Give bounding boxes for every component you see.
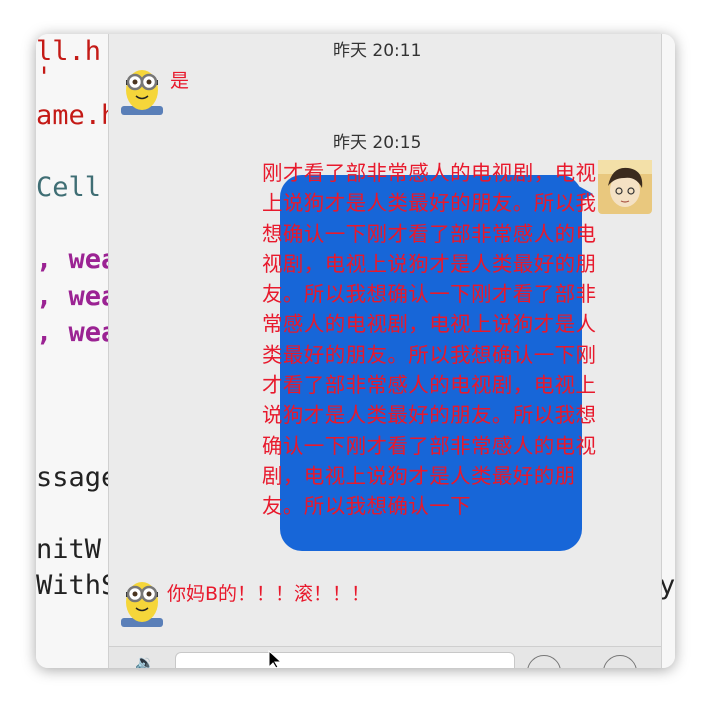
more-icon[interactable] xyxy=(603,655,637,668)
chat-window: 昨天 20:11 是 昨天 20:15 刚才看了部非常感人的电视剧，电视上说狗才… xyxy=(108,34,662,668)
code-line: nitW xyxy=(36,534,102,565)
input-bar: 🔉 xyxy=(109,646,661,668)
minion-avatar[interactable] xyxy=(119,578,165,628)
sent-message-text: 刚才看了部非常感人的电视剧，电视上说狗才是人类最好的朋友。所以我想确认一下刚才看… xyxy=(262,161,597,519)
screen-frame: ll.h ' ame.h Cell , wea , wea , wea ssag… xyxy=(36,34,675,668)
code-line: ' xyxy=(36,62,53,93)
code-line: ame.h xyxy=(36,100,118,131)
user-avatar[interactable] xyxy=(598,160,652,214)
code-line: ssage xyxy=(36,462,118,493)
timestamp: 昨天 20:15 xyxy=(333,133,422,153)
emoji-icon[interactable] xyxy=(527,655,561,668)
received-message: 你妈B的！！！滚！！！ xyxy=(167,583,371,605)
received-message: 是 xyxy=(170,70,190,92)
minion-avatar[interactable] xyxy=(119,66,165,116)
voice-icon[interactable]: 🔉 xyxy=(135,653,155,668)
code-line: Cell xyxy=(36,172,102,203)
code-line: , wea xyxy=(36,244,118,275)
code-line: , wea xyxy=(36,281,118,312)
mouse-cursor-icon xyxy=(268,650,283,668)
code-line: WithS xyxy=(36,570,118,601)
timestamp: 昨天 20:11 xyxy=(333,41,422,61)
code-line: , wea xyxy=(36,317,118,348)
message-input[interactable] xyxy=(175,652,515,668)
